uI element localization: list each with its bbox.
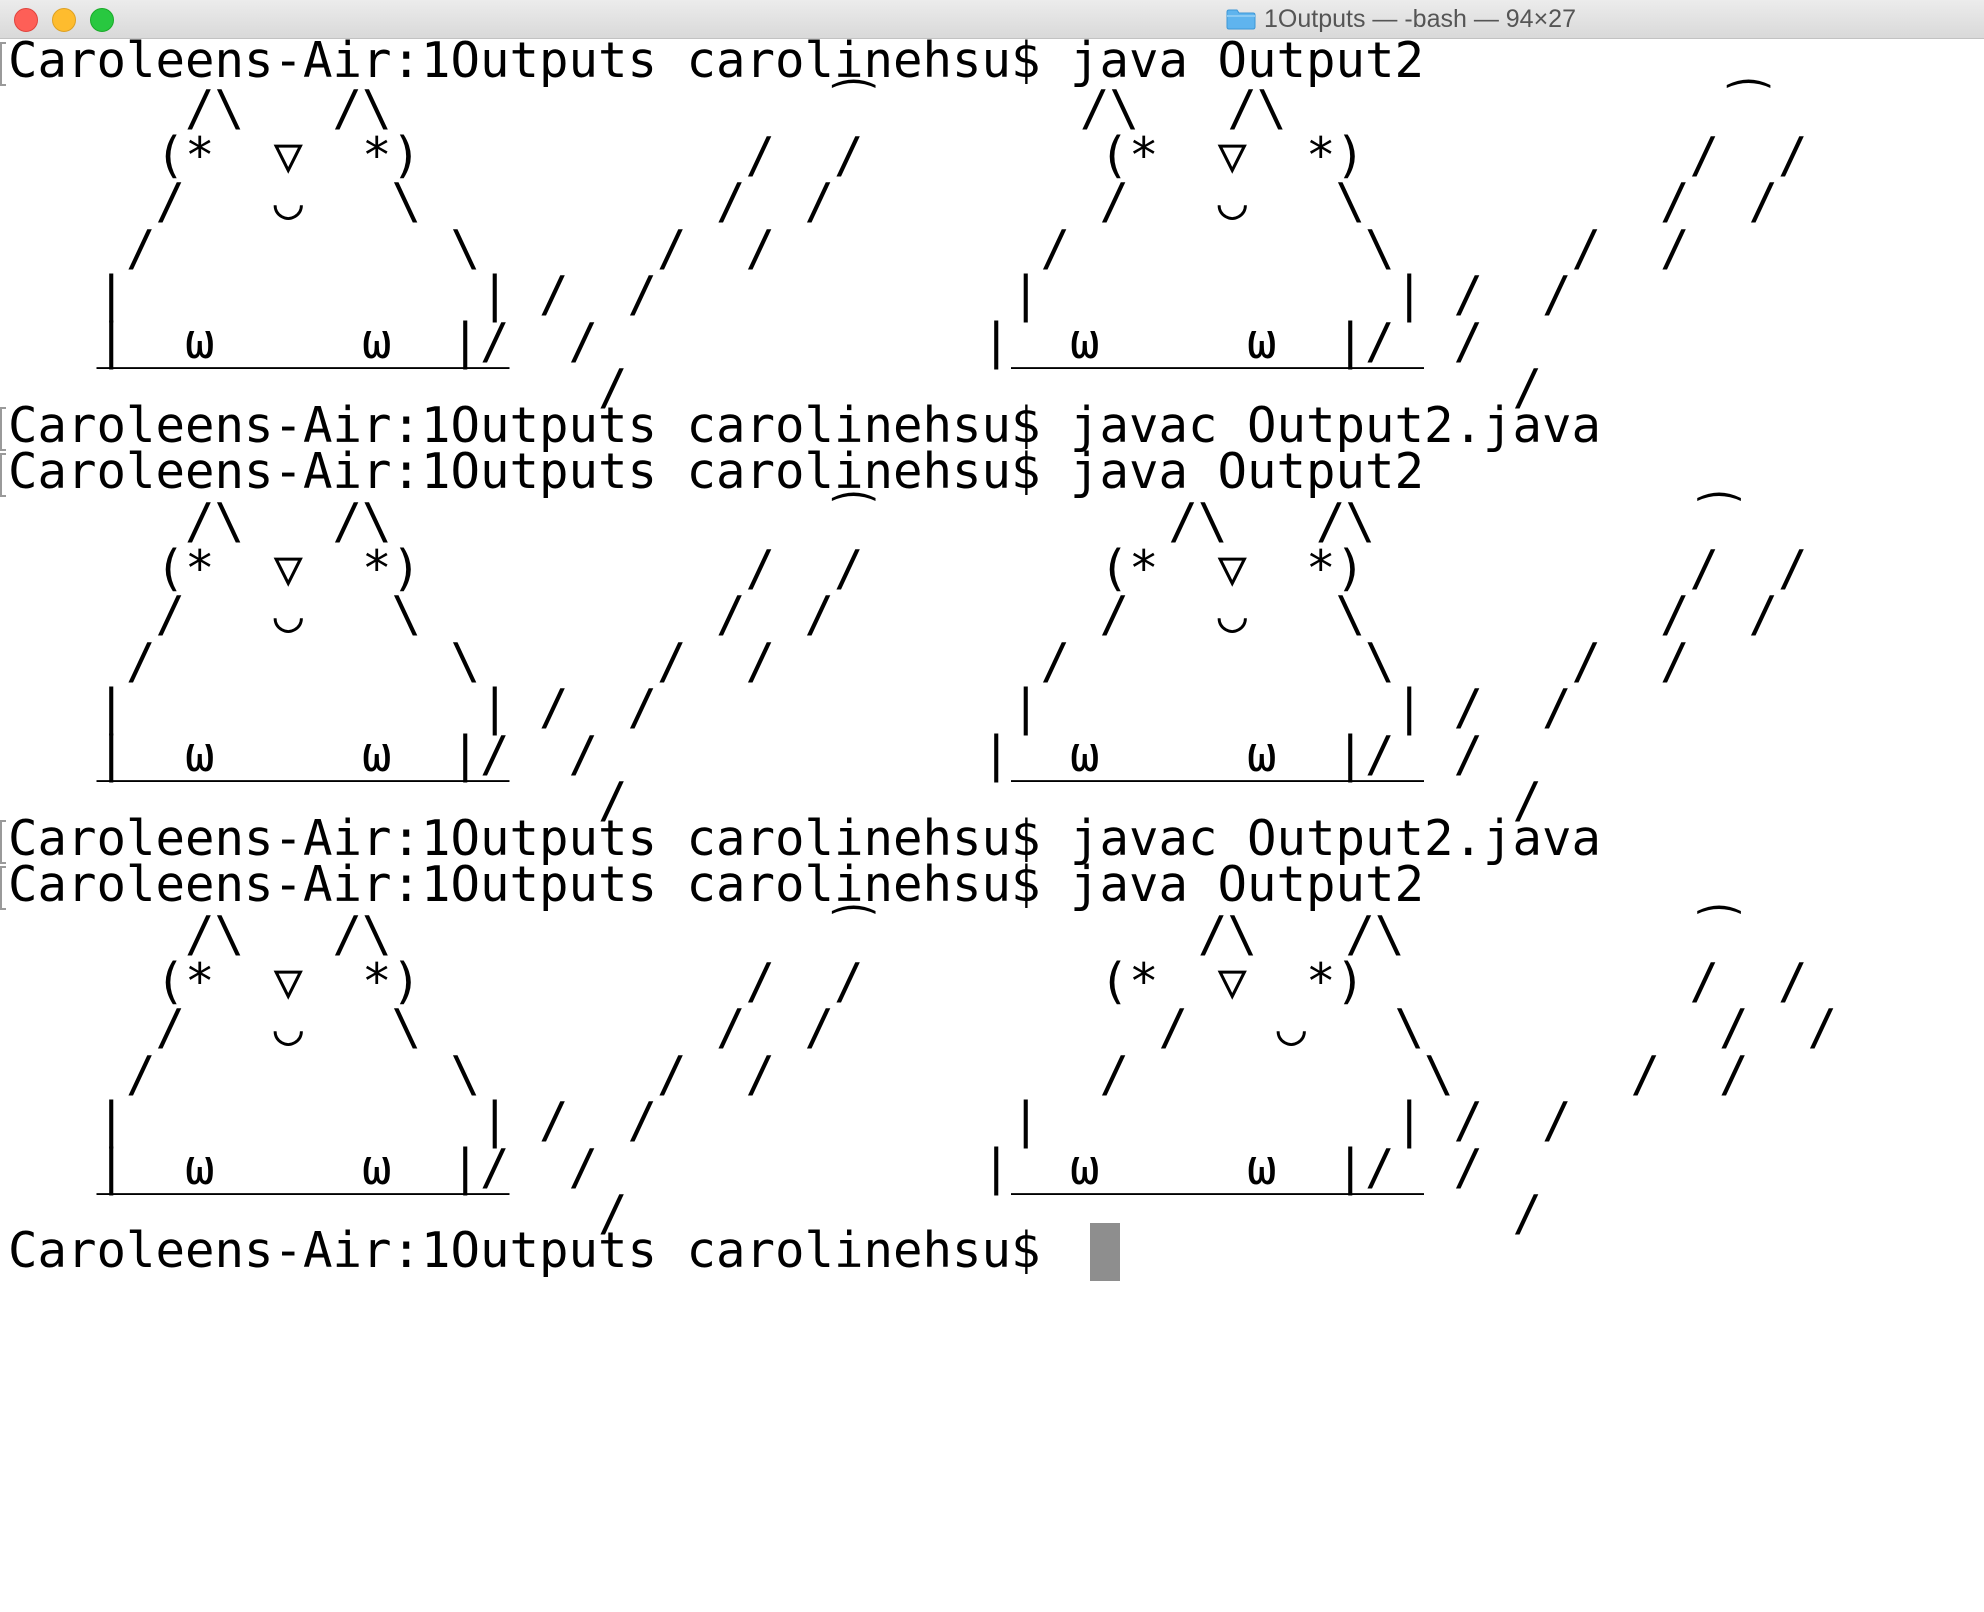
minimize-button[interactable] bbox=[52, 8, 76, 32]
terminal-window: 1Outputs — -bash — 94×27 Caroleens-Air:1… bbox=[0, 0, 1984, 1612]
output-line: / ◡ \ / / / ◡ \ / / bbox=[8, 173, 1779, 230]
zoom-button[interactable] bbox=[90, 8, 114, 32]
output-line: /\ /\ ⁀ /\ /\ ⁀ bbox=[8, 493, 1739, 550]
output-line: | | / / | | / / bbox=[8, 679, 1572, 736]
output-line: | | / / | | / / bbox=[8, 1092, 1572, 1149]
output-line: /\ /\ ⁀ /\ /\ ⁀ bbox=[8, 906, 1739, 963]
prompt-mark bbox=[0, 407, 6, 451]
prompt-mark bbox=[0, 866, 6, 910]
prompt-mark bbox=[0, 453, 6, 497]
window-title: 1Outputs — -bash — 94×27 bbox=[1264, 4, 1576, 33]
output-line: | | / / | | / / bbox=[8, 266, 1572, 323]
folder-icon bbox=[1226, 8, 1256, 30]
output-line: /\ /\ ⁀ /\ /\ ⁀ bbox=[8, 80, 1769, 137]
output-line: / ◡ \ / / / ◡ \ / / bbox=[8, 586, 1779, 643]
prompt-line: Caroleens-Air:1Outputs carolinehsu$ java… bbox=[8, 860, 1424, 909]
terminal-content[interactable]: Caroleens-Air:1Outputs carolinehsu$ java… bbox=[0, 36, 1984, 1612]
output-line: ‾‾‾‾‾‾‾‾‾‾‾‾‾‾ / ‾‾‾‾‾‾‾‾‾‾‾‾‾‾ / bbox=[8, 1185, 1543, 1242]
command-text: java Output2 bbox=[1070, 856, 1425, 913]
prompt-text: Caroleens-Air:1Outputs carolinehsu$ bbox=[8, 443, 1041, 500]
command-text: java Output2 bbox=[1070, 443, 1425, 500]
close-button[interactable] bbox=[14, 8, 38, 32]
prompt-mark bbox=[0, 42, 6, 86]
output-line: / ◡ \ / / / ◡ \ / / bbox=[8, 999, 1838, 1056]
prompt-mark bbox=[0, 820, 6, 864]
output-line: ‾‾‾‾‾‾‾‾‾‾‾‾‾‾ / ‾‾‾‾‾‾‾‾‾‾‾‾‾‾ / bbox=[8, 359, 1543, 416]
prompt-line: Caroleens-Air:1Outputs carolinehsu$ java… bbox=[8, 36, 1424, 85]
prompt-line: Caroleens-Air:1Outputs carolinehsu$ java… bbox=[8, 447, 1424, 496]
output-line: ‾‾‾‾‾‾‾‾‾‾‾‾‾‾ / ‾‾‾‾‾‾‾‾‾‾‾‾‾‾ / bbox=[8, 772, 1543, 829]
prompt-text: Caroleens-Air:1Outputs carolinehsu$ bbox=[8, 856, 1041, 913]
